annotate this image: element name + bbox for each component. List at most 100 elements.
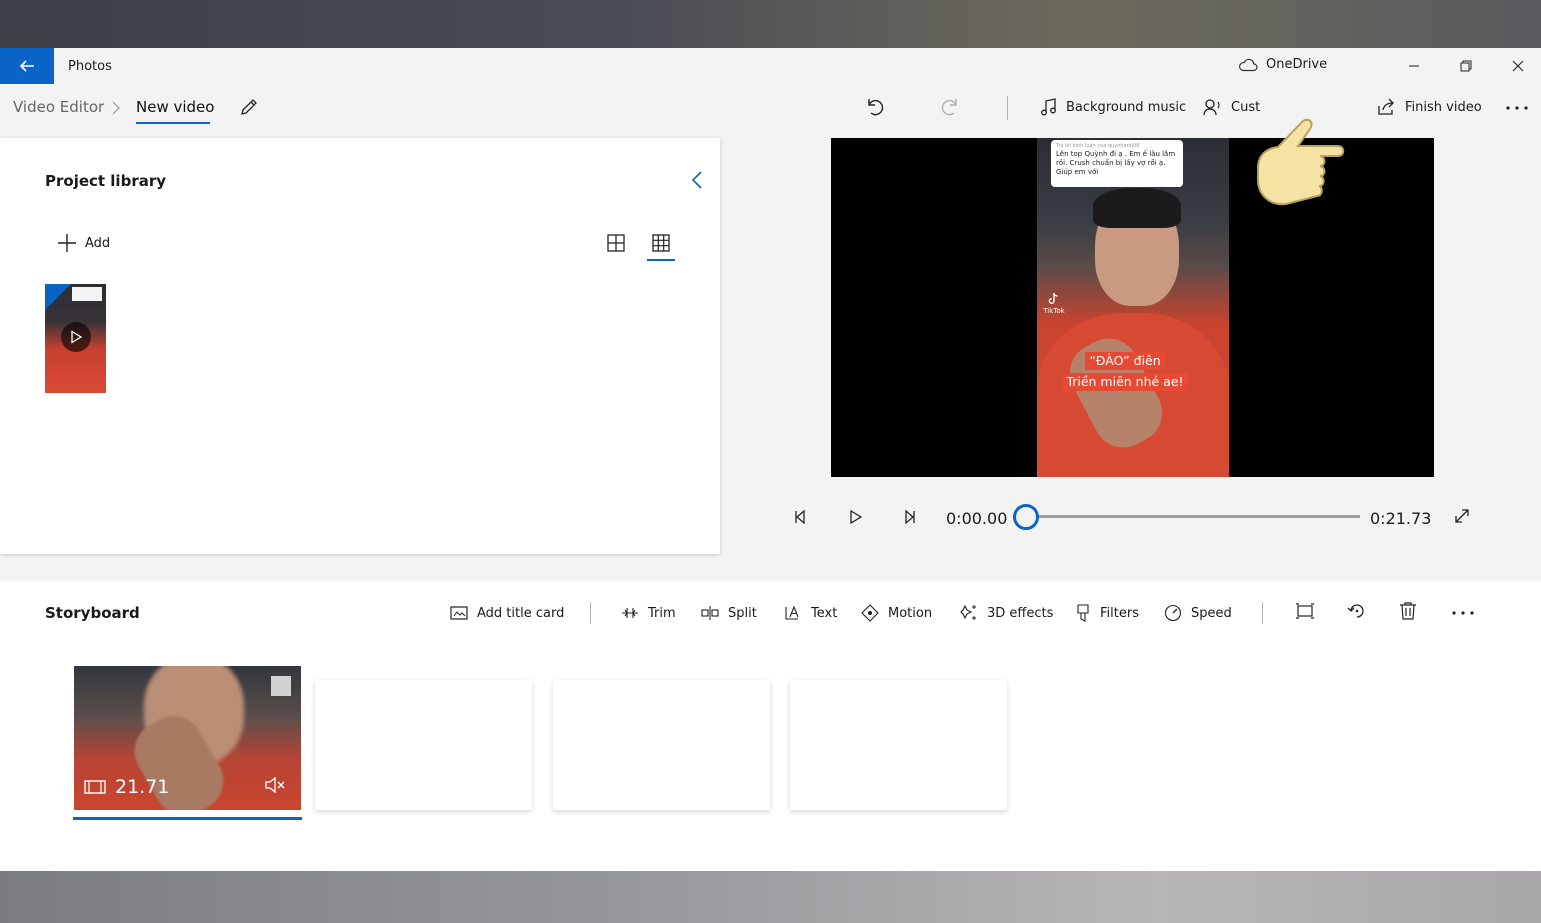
share-icon — [1378, 98, 1394, 115]
thumbnail-play-overlay — [61, 322, 91, 352]
app-title: Photos — [68, 59, 112, 74]
view-selected-indicator — [647, 259, 675, 261]
cloud-icon — [1239, 58, 1258, 71]
3d-effects-button[interactable]: 3D effects — [960, 603, 1053, 623]
pencil-icon[interactable] — [238, 96, 260, 118]
music-note-icon — [1041, 98, 1056, 116]
pointing-hand-overlay-icon — [1257, 118, 1345, 206]
storyboard-empty-slot[interactable] — [553, 680, 770, 810]
expand-icon[interactable] — [1453, 507, 1471, 525]
onedrive-label: OneDrive — [1266, 57, 1328, 72]
trim-button[interactable]: Trim — [621, 603, 676, 623]
previous-frame-icon[interactable] — [792, 508, 810, 526]
delete-icon[interactable] — [1399, 601, 1417, 621]
video-person-hair — [1093, 188, 1181, 228]
thumbnail-comment-card — [72, 287, 102, 301]
close-button[interactable] — [1493, 48, 1541, 84]
project-library-title: Project library — [45, 172, 167, 190]
film-icon — [84, 780, 106, 794]
trim-icon — [622, 608, 638, 618]
add-title-card-label: Add title card — [477, 605, 565, 621]
motion-button[interactable]: Motion — [861, 603, 932, 623]
chevron-left-icon[interactable] — [688, 169, 706, 191]
storyboard-clip[interactable]: 21.71 — [74, 666, 301, 810]
rotate-icon[interactable] — [1347, 601, 1367, 621]
crop-fit-icon[interactable] — [1295, 601, 1315, 621]
seek-thumb[interactable] — [1013, 504, 1039, 530]
next-frame-icon[interactable] — [900, 508, 918, 526]
seek-bar[interactable] — [1026, 515, 1360, 518]
redo-icon[interactable] — [940, 95, 962, 119]
minimize-icon — [1409, 65, 1419, 67]
desktop-wallpaper-bottom — [0, 871, 1541, 923]
background-music-label: Background music — [1066, 99, 1187, 115]
text-button[interactable]: Text — [784, 603, 837, 623]
tiktok-watermark-label: TikTok — [1043, 307, 1065, 315]
chevron-right-icon — [112, 101, 120, 115]
custom-audio-button[interactable]: Cust — [1203, 96, 1260, 118]
storyboard-empty-slot[interactable] — [315, 680, 532, 810]
text-icon — [785, 605, 799, 620]
clip-selected-indicator — [73, 817, 302, 820]
breadcrumb-underline — [136, 122, 210, 124]
add-media-label: Add — [85, 235, 111, 251]
more-options-icon[interactable] — [1505, 105, 1529, 111]
text-label: Text — [811, 605, 838, 621]
storyboard-empty-slot[interactable] — [790, 680, 1007, 810]
toolbar-separator — [1007, 96, 1008, 120]
title-card-icon — [450, 606, 468, 620]
video-caption-line2: Triền miên nhé ae! — [1062, 373, 1188, 391]
current-time: 0:00.00 — [946, 509, 1008, 528]
selected-corner-marker — [45, 284, 71, 310]
large-grid-icon[interactable] — [606, 233, 626, 253]
close-icon — [1512, 60, 1524, 72]
onedrive-status[interactable]: OneDrive — [1238, 57, 1327, 72]
finish-video-button[interactable]: Finish video — [1377, 96, 1482, 118]
speed-label: Speed — [1191, 605, 1232, 621]
plus-icon — [58, 234, 76, 252]
project-library-panel: Project library Add — [0, 138, 720, 554]
storyboard-more-icon[interactable] — [1451, 610, 1475, 616]
filter-icon — [1077, 604, 1089, 622]
mute-icon[interactable] — [264, 776, 286, 794]
video-frame: Trả lời bình luận của quynhanh08 Lên top… — [1037, 138, 1229, 477]
add-media-button[interactable]: Add — [57, 233, 110, 253]
breadcrumb-video-editor[interactable]: Video Editor — [13, 98, 104, 116]
storyboard-separator — [590, 602, 591, 624]
background-music-button[interactable]: Background music — [1040, 96, 1186, 118]
speed-button[interactable]: Speed — [1164, 603, 1232, 623]
title-bar: Photos OneDrive — [0, 48, 1541, 86]
filters-button[interactable]: Filters — [1075, 603, 1139, 623]
clip-select-checkbox[interactable] — [271, 676, 291, 696]
comment-bubble-header: Trả lời bình luận của quynhanh08 — [1056, 143, 1140, 149]
trim-label: Trim — [648, 605, 676, 621]
split-icon — [701, 606, 719, 620]
speedometer-icon — [1164, 604, 1182, 622]
storyboard-separator — [1262, 602, 1263, 624]
sparkle-icon — [960, 604, 976, 620]
restore-icon — [1460, 60, 1472, 72]
arrow-left-icon — [19, 60, 34, 72]
motion-icon — [861, 604, 879, 622]
split-button[interactable]: Split — [701, 603, 757, 623]
back-button[interactable] — [0, 48, 54, 84]
motion-label: Motion — [888, 605, 933, 621]
add-title-card-button[interactable]: Add title card — [450, 603, 564, 623]
clip-duration-value: 21.71 — [115, 776, 170, 798]
small-grid-icon[interactable] — [651, 233, 671, 253]
restore-button[interactable] — [1441, 48, 1491, 84]
breadcrumb-new-video[interactable]: New video — [136, 98, 214, 116]
photos-window: Photos OneDrive Video Editor New video B… — [0, 48, 1541, 871]
storyboard-title: Storyboard — [45, 604, 140, 622]
desktop-wallpaper-top — [0, 0, 1541, 48]
split-label: Split — [728, 605, 757, 621]
minimize-button[interactable] — [1389, 48, 1439, 84]
undo-icon[interactable] — [863, 95, 885, 119]
library-video-thumbnail[interactable] — [45, 284, 106, 393]
tiktok-logo-icon — [1048, 292, 1058, 304]
clip-duration: 21.71 — [84, 776, 169, 798]
play-icon — [71, 330, 83, 344]
total-time: 0:21.73 — [1370, 509, 1432, 528]
play-button-icon[interactable] — [846, 508, 864, 526]
comment-bubble: Trả lời bình luận của quynhanh08 Lên top… — [1051, 140, 1183, 187]
